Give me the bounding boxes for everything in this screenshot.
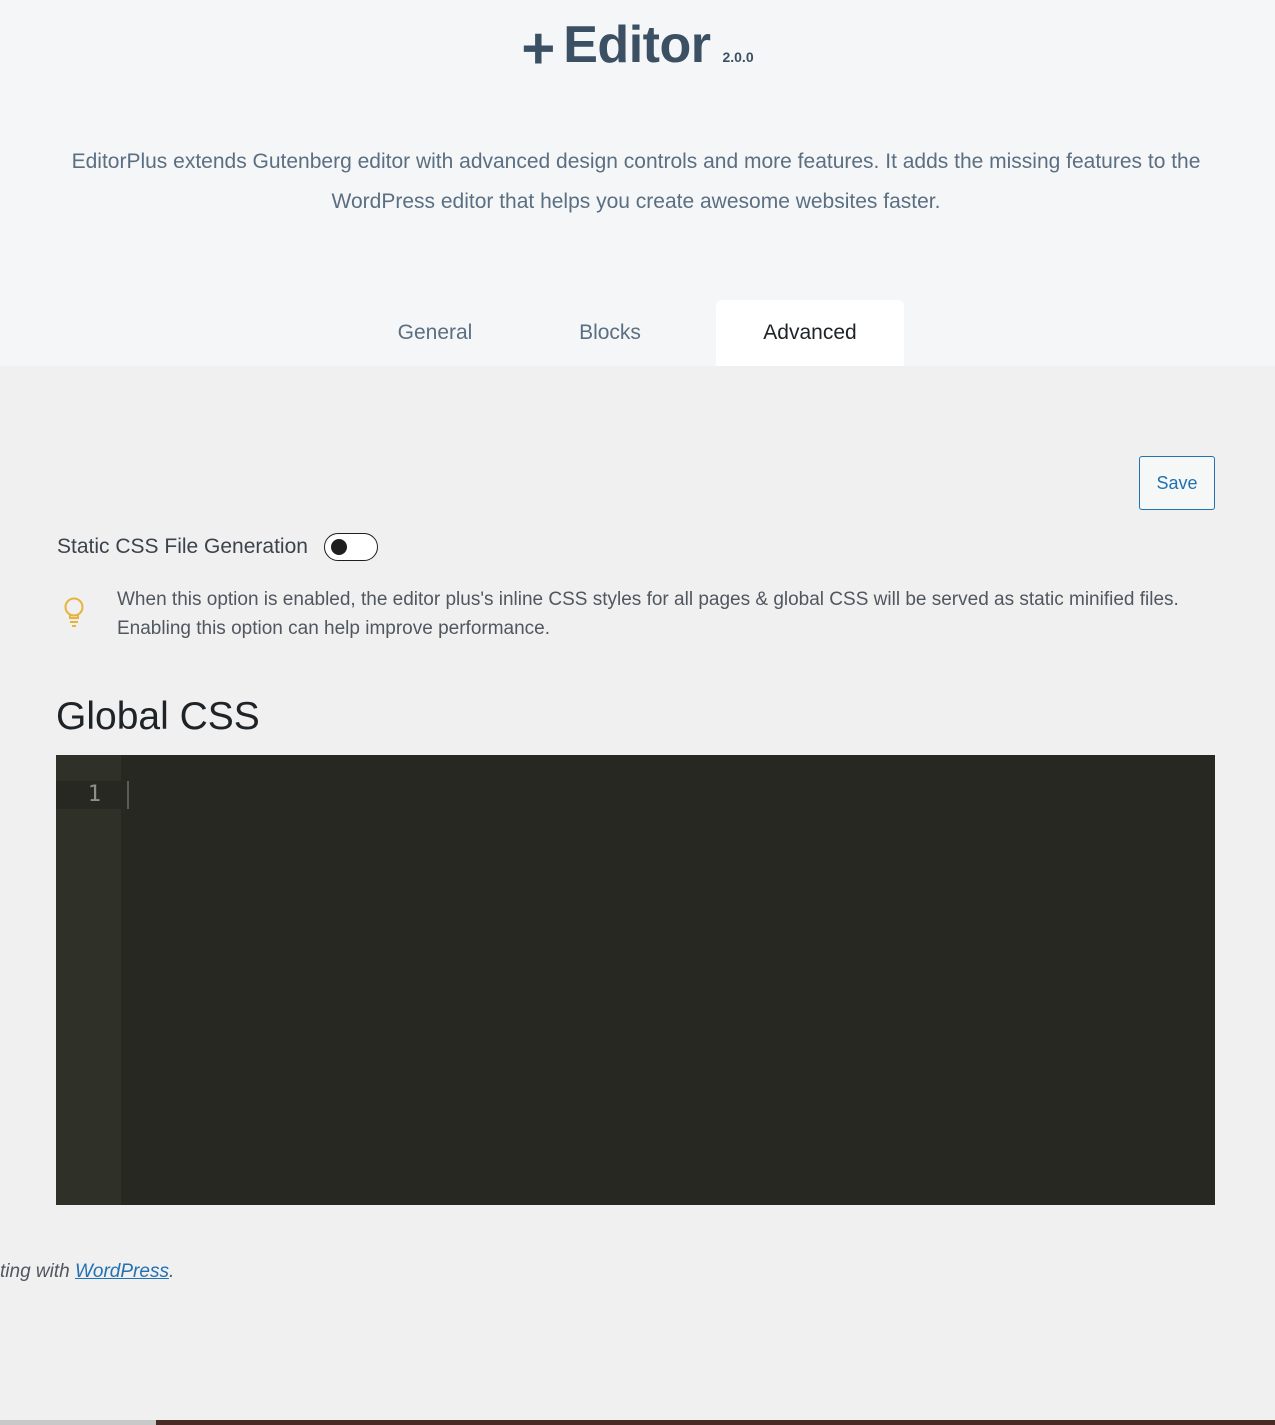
plugin-description: EditorPlus extends Gutenberg editor with…	[71, 150, 1201, 213]
static-css-toggle[interactable]	[323, 533, 378, 561]
plugin-header: + Editor 2.0.0 EditorPlus extends Gutenber…	[0, 0, 1275, 366]
lightbulb-icon	[64, 597, 84, 627]
line-number-gutter	[56, 755, 121, 1205]
global-css-heading: Global CSS	[56, 695, 260, 738]
tab-blocks[interactable]: Blocks	[524, 300, 696, 366]
settings-tabs: General Blocks Advanced	[346, 300, 904, 366]
tab-general[interactable]: General	[346, 300, 524, 366]
footer-prefix: ting with	[0, 1261, 75, 1282]
plus-logo-icon: +	[521, 16, 556, 81]
global-css-code-editor[interactable]: 1	[56, 755, 1215, 1205]
line-number: 1	[87, 782, 101, 807]
version-badge: 2.0.0	[722, 49, 754, 65]
static-css-setting: Static CSS File Generation	[57, 532, 378, 562]
text-cursor	[127, 781, 129, 809]
static-css-help-text: When this option is enabled, the editor …	[117, 589, 1179, 639]
footer-suffix: .	[168, 1261, 175, 1282]
brand-name: Editor	[563, 16, 711, 74]
plugin-brand: + Editor 2.0.0	[0, 14, 1275, 78]
save-button[interactable]: Save	[1139, 456, 1215, 510]
bottom-edge-dark-segment	[156, 1420, 1275, 1425]
wordpress-link[interactable]: WordPress	[75, 1261, 169, 1282]
admin-footer-text: ting with WordPress.	[0, 1261, 174, 1283]
static-css-label: Static CSS File Generation	[57, 535, 308, 558]
bottom-edge-strip	[0, 1420, 1275, 1425]
tab-advanced[interactable]: Advanced	[716, 300, 904, 366]
toggle-knob	[330, 539, 347, 555]
